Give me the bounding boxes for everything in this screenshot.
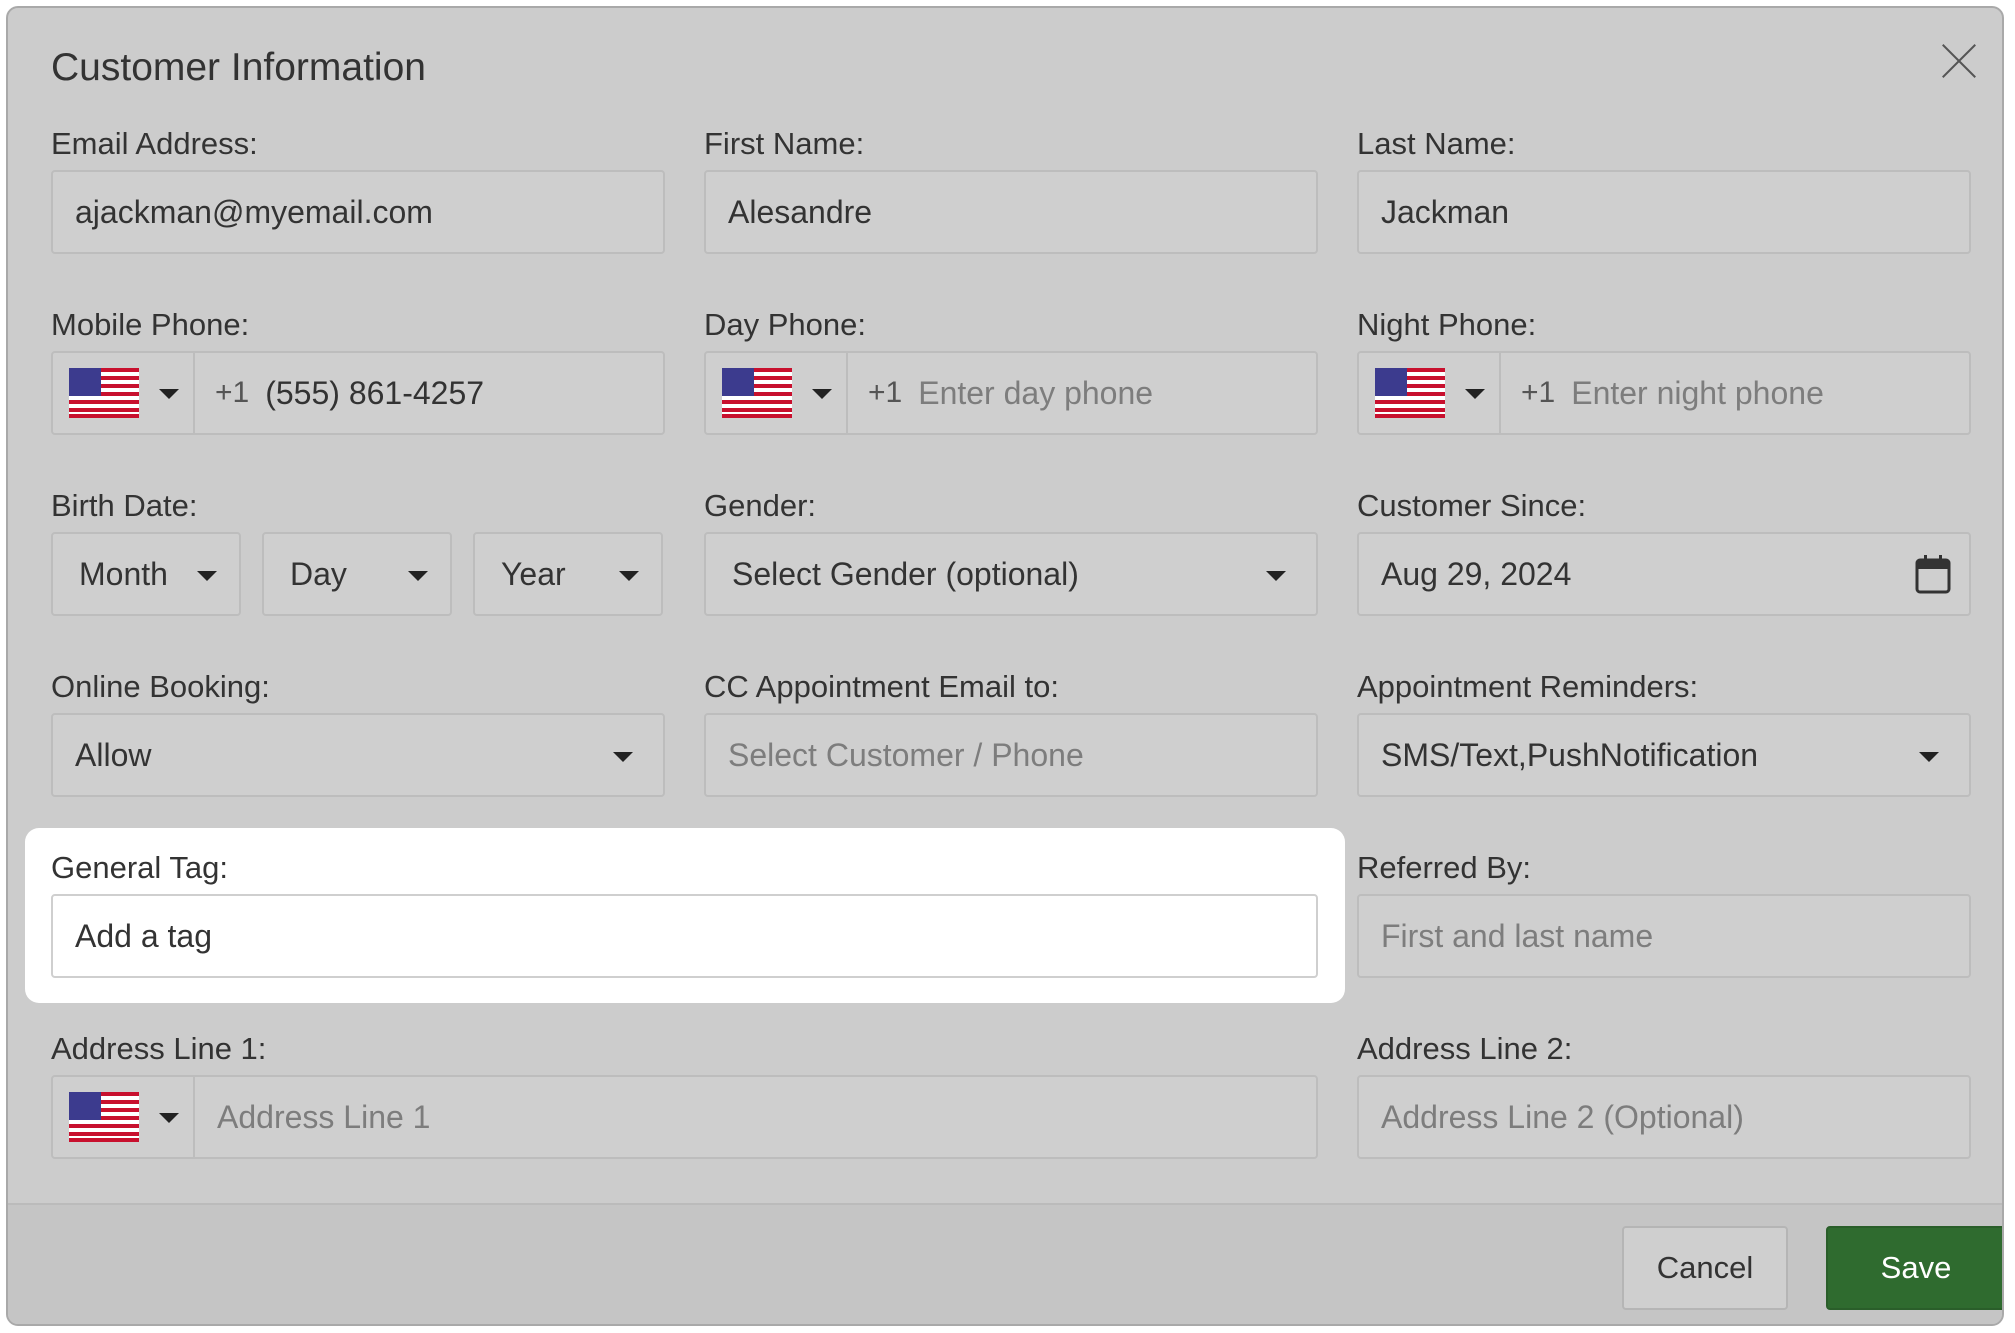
address-country-select[interactable] <box>53 1077 195 1157</box>
cc-email-placeholder: Select Customer / Phone <box>728 736 1084 773</box>
chevron-down-icon <box>408 571 428 581</box>
reminders-label: Appointment Reminders: <box>1357 669 1699 704</box>
day-country-select[interactable] <box>706 353 848 433</box>
email-value: ajackman@myemail.com <box>75 193 433 230</box>
birth-month-value: Month <box>79 555 168 592</box>
chevron-down-icon <box>1919 752 1939 762</box>
general-tag-input[interactable]: Add a tag <box>51 894 1318 978</box>
calendar-icon[interactable] <box>1915 554 1951 594</box>
chevron-down-icon <box>197 571 217 581</box>
birth-date-label: Birth Date: <box>51 488 198 523</box>
online-booking-label: Online Booking: <box>51 669 270 704</box>
customer-since-value: Aug 29, 2024 <box>1381 555 1572 592</box>
day-phone-label: Day Phone: <box>704 307 866 342</box>
chevron-down-icon <box>159 389 179 399</box>
night-phone-input[interactable]: Enter night phone <box>1571 375 1824 412</box>
chevron-down-icon <box>812 389 832 399</box>
mobile-country-select[interactable] <box>53 353 195 433</box>
birth-month-select[interactable]: Month <box>51 532 241 616</box>
birth-day-value: Day <box>290 555 347 592</box>
email-field[interactable]: ajackman@myemail.com <box>51 170 665 254</box>
cc-email-label: CC Appointment Email to: <box>704 669 1059 704</box>
address1-label: Address Line 1: <box>51 1031 267 1066</box>
address1-field: Address Line 1 <box>51 1075 1318 1159</box>
gender-select[interactable]: Select Gender (optional) <box>704 532 1318 616</box>
cancel-button[interactable]: Cancel <box>1622 1226 1788 1310</box>
referred-by-label: Referred By: <box>1357 850 1532 885</box>
mobile-phone-prefix: +1 <box>215 376 250 409</box>
reminders-select[interactable]: SMS/Text,PushNotification <box>1357 713 1971 797</box>
address2-placeholder: Address Line 2 (Optional) <box>1381 1098 1744 1135</box>
address2-label: Address Line 2: <box>1357 1031 1573 1066</box>
customer-information-dialog: Customer Information Email Address: ajac… <box>6 6 2004 1326</box>
night-phone-field: +1 Enter night phone <box>1357 351 1971 435</box>
night-country-select[interactable] <box>1359 353 1501 433</box>
chevron-down-icon <box>1465 389 1485 399</box>
reminders-value: SMS/Text,PushNotification <box>1381 736 1759 773</box>
us-flag-icon <box>722 368 792 418</box>
last-name-field[interactable]: Jackman <box>1357 170 1971 254</box>
birth-day-select[interactable]: Day <box>262 532 452 616</box>
customer-since-field[interactable]: Aug 29, 2024 <box>1357 532 1971 616</box>
day-phone-prefix: +1 <box>868 376 903 409</box>
referred-by-field[interactable]: First and last name <box>1357 894 1971 978</box>
last-name-label: Last Name: <box>1357 126 1516 161</box>
first-name-field[interactable]: Alesandre <box>704 170 1318 254</box>
referred-by-placeholder: First and last name <box>1381 917 1654 954</box>
us-flag-icon <box>69 1092 139 1142</box>
chevron-down-icon <box>1266 571 1286 581</box>
email-label: Email Address: <box>51 126 258 161</box>
last-name-value: Jackman <box>1381 193 1510 230</box>
mobile-phone-field: +1 (555) 861-4257 <box>51 351 665 435</box>
general-tag-label: General Tag: <box>51 850 228 885</box>
chevron-down-icon <box>619 571 639 581</box>
chevron-down-icon <box>613 752 633 762</box>
mobile-phone-input[interactable]: (555) 861-4257 <box>265 375 484 412</box>
us-flag-icon <box>69 368 139 418</box>
cc-email-field[interactable]: Select Customer / Phone <box>704 713 1318 797</box>
night-phone-label: Night Phone: <box>1357 307 1537 342</box>
save-button[interactable]: Save <box>1826 1226 2002 1310</box>
address2-field[interactable]: Address Line 2 (Optional) <box>1357 1075 1971 1159</box>
dialog-title: Customer Information <box>51 46 426 89</box>
close-icon[interactable] <box>1938 40 1980 82</box>
first-name-value: Alesandre <box>728 193 873 230</box>
birth-year-select[interactable]: Year <box>473 532 663 616</box>
first-name-label: First Name: <box>704 126 865 161</box>
day-phone-field: +1 Enter day phone <box>704 351 1318 435</box>
us-flag-icon <box>1375 368 1445 418</box>
general-tag-placeholder: Add a tag <box>75 917 212 954</box>
birth-year-value: Year <box>501 555 566 592</box>
chevron-down-icon <box>159 1113 179 1123</box>
mobile-phone-label: Mobile Phone: <box>51 307 250 342</box>
day-phone-input[interactable]: Enter day phone <box>918 375 1153 412</box>
gender-label: Gender: <box>704 488 817 523</box>
online-booking-select[interactable]: Allow <box>51 713 665 797</box>
night-phone-prefix: +1 <box>1521 376 1556 409</box>
online-booking-value: Allow <box>75 736 152 773</box>
customer-since-label: Customer Since: <box>1357 488 1587 523</box>
gender-value: Select Gender (optional) <box>732 555 1079 592</box>
address1-input[interactable]: Address Line 1 <box>195 1099 430 1136</box>
